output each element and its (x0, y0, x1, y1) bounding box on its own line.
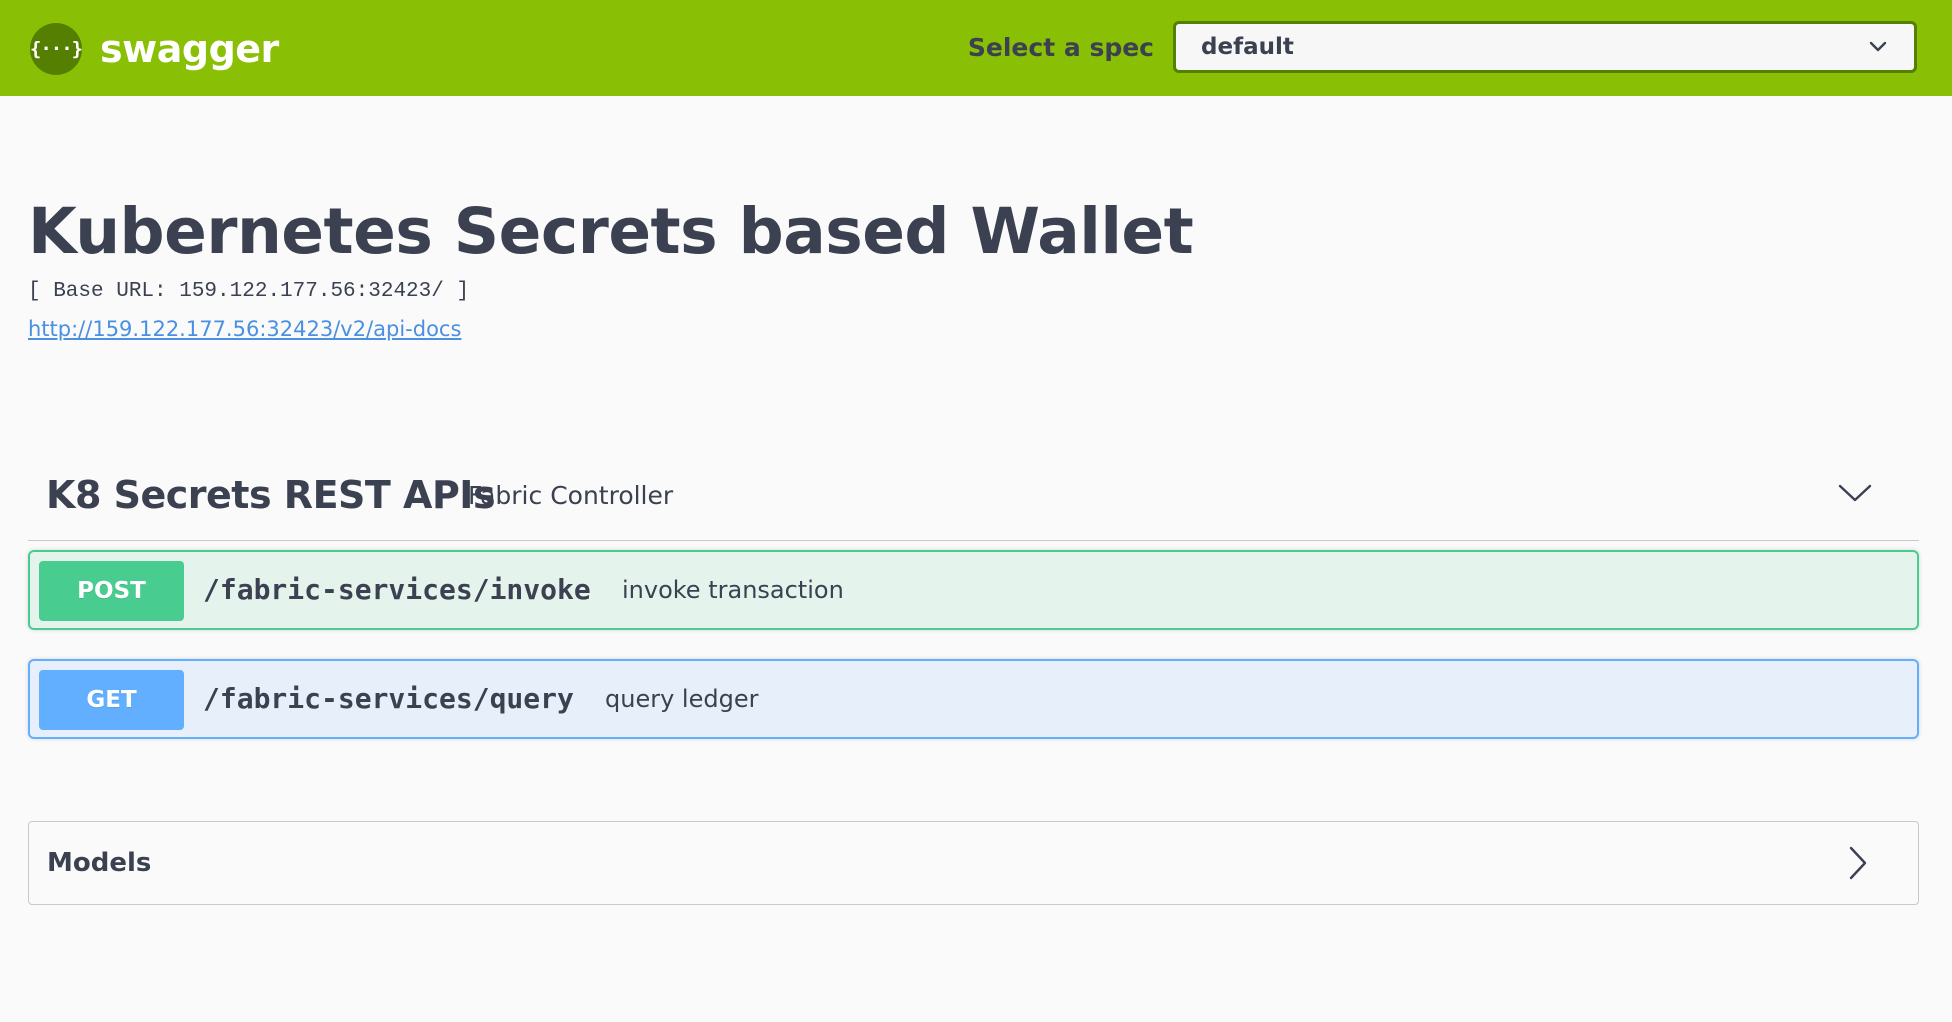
operation-post-invoke[interactable]: POST /fabric-services/invoke invoke tran… (28, 550, 1919, 630)
chevron-right-icon[interactable] (1840, 845, 1876, 881)
method-badge-get: GET (39, 670, 184, 730)
spec-select-label: Select a spec (967, 33, 1154, 62)
operation-get-query[interactable]: GET /fabric-services/query query ledger (28, 659, 1919, 739)
models-title: Models (47, 848, 152, 878)
operation-summary: query ledger (605, 685, 759, 713)
swagger-logo[interactable]: {···} swagger (30, 23, 279, 75)
models-section[interactable]: Models (28, 821, 1919, 905)
operation-summary: invoke transaction (622, 576, 844, 604)
chevron-down-icon (1869, 41, 1887, 52)
tag-name: K8 Secrets REST APIs (46, 473, 496, 517)
tag-description: Fabric Controller (468, 481, 674, 510)
page-title: Kubernetes Secrets based Wallet (28, 195, 1194, 268)
operation-path: /fabric-services/invoke (203, 573, 591, 606)
chevron-down-icon[interactable] (1837, 475, 1873, 511)
method-badge-post: POST (39, 561, 184, 621)
base-url: [ Base URL: 159.122.177.56:32423/ ] (28, 280, 470, 303)
topbar: {···} swagger Select a spec default (0, 0, 1952, 96)
api-docs-link[interactable]: http://159.122.177.56:32423/v2/api-docs (28, 314, 461, 344)
tag-header-k8-secrets[interactable]: K8 Secrets REST APIs Fabric Controller (28, 455, 1919, 541)
operation-path: /fabric-services/query (203, 682, 574, 715)
logo-text: swagger (100, 27, 279, 71)
spec-select-value: default (1201, 34, 1294, 60)
swagger-logo-icon: {···} (30, 23, 83, 75)
spec-select[interactable]: default (1173, 21, 1917, 73)
